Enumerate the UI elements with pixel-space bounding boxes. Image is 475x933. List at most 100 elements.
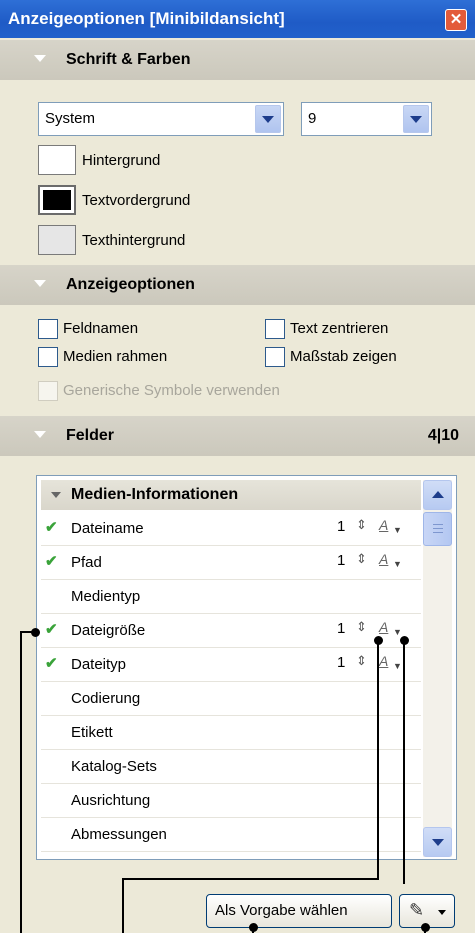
- section-header-font-colors[interactable]: Schrift & Farben: [0, 40, 475, 80]
- field-row-ausrichtung[interactable]: Ausrichtung: [41, 784, 421, 818]
- section-title: Schrift & Farben: [66, 51, 191, 68]
- group-title: Medien-Informationen: [71, 486, 239, 503]
- text-format-icon[interactable]: A: [379, 517, 388, 533]
- field-group-header[interactable]: Medien-Informationen: [41, 480, 421, 510]
- color-label: Hintergrund: [82, 152, 161, 169]
- color-label: Texthintergrund: [82, 232, 186, 249]
- field-name: Ausrichtung: [71, 792, 151, 809]
- checkmark-icon[interactable]: ✔: [45, 620, 58, 638]
- field-row-medientyp[interactable]: Medientyp: [41, 580, 421, 614]
- close-button[interactable]: ✕: [445, 9, 467, 31]
- field-name: Dateityp: [71, 656, 127, 673]
- font-name-select[interactable]: System: [38, 102, 284, 136]
- set-as-default-button[interactable]: Als Vorgabe wählen: [206, 894, 392, 928]
- checkbox-label: Maßstab zeigen: [290, 348, 397, 365]
- field-row-katalog-sets[interactable]: Katalog-Sets: [41, 750, 421, 784]
- field-name: Dateigröße: [71, 622, 146, 639]
- callout-line: [377, 640, 379, 880]
- checkbox-box[interactable]: [38, 319, 58, 339]
- chevron-up-icon: [432, 491, 444, 498]
- window-title: Anzeigeoptionen [Minibildansicht]: [8, 9, 285, 28]
- checkbox-label: Feldnamen: [63, 320, 139, 337]
- section-title: Felder: [66, 427, 115, 444]
- field-row-codierung[interactable]: Codierung: [41, 682, 421, 716]
- field-row-dateiname[interactable]: ✔ Dateiname 1 ⇕ A ▼: [41, 512, 421, 546]
- scroll-up-button[interactable]: [423, 480, 452, 510]
- field-row-dateigroesse[interactable]: ✔ Dateigröße 1 ⇕ A ▼: [41, 614, 421, 648]
- text-format-icon[interactable]: A: [379, 619, 388, 635]
- font-size-select[interactable]: 9: [301, 102, 432, 136]
- field-row-pfad[interactable]: ✔ Pfad 1 ⇕ A ▼: [41, 546, 421, 580]
- font-name-dropdown-button[interactable]: [255, 105, 281, 133]
- field-name: Dateiname: [71, 520, 144, 537]
- spinner-icon[interactable]: ⇕: [356, 551, 367, 567]
- field-name: Medientyp: [71, 588, 141, 605]
- checkbox-box[interactable]: [38, 347, 58, 367]
- field-count: 4|10: [427, 427, 459, 444]
- pencil-icon: ✎: [409, 900, 425, 920]
- spinner-icon[interactable]: ⇕: [356, 653, 367, 669]
- field-name: Codierung: [71, 690, 141, 707]
- checkbox-box[interactable]: [265, 347, 285, 367]
- callout-dot: [374, 636, 383, 645]
- chevron-down-icon: [432, 839, 444, 846]
- chevron-down-icon: [410, 116, 422, 123]
- checkmark-icon[interactable]: ✔: [45, 552, 58, 570]
- callout-dot: [249, 923, 258, 932]
- chevron-down-icon: ▼: [393, 525, 402, 535]
- line-count: 1: [337, 518, 346, 535]
- checkbox-label: Generische Symbole verwenden: [63, 382, 280, 399]
- title-bar: Anzeigeoptionen [Minibildansicht] ✕: [0, 0, 475, 38]
- close-icon: ✕: [449, 11, 463, 28]
- scroll-thumb[interactable]: [423, 512, 452, 546]
- callout-line: [122, 878, 379, 880]
- field-list: Medien-Informationen ✔ Dateiname 1 ⇕ A ▼…: [36, 475, 457, 860]
- font-name-value: System: [45, 110, 96, 127]
- text-format-icon[interactable]: A: [379, 551, 388, 567]
- checkbox-box[interactable]: [265, 319, 285, 339]
- chevron-down-icon: ▼: [393, 627, 402, 637]
- callout-dot: [421, 923, 430, 932]
- field-row-abmessungen[interactable]: Abmessungen: [41, 818, 421, 852]
- field-row-dateityp[interactable]: ✔ Dateityp 1 ⇕ A ▼: [41, 648, 421, 682]
- chevron-down-icon: [262, 116, 274, 123]
- scroll-down-button[interactable]: [423, 827, 452, 857]
- checkmark-icon[interactable]: ✔: [45, 518, 58, 536]
- section-header-fields[interactable]: Felder 4|10: [0, 416, 475, 456]
- checkbox-box: [38, 381, 58, 401]
- spinner-icon[interactable]: ⇕: [356, 517, 367, 533]
- collapse-arrow-icon: [34, 280, 46, 287]
- chevron-down-icon: ▼: [393, 559, 402, 569]
- callout-line: [20, 631, 22, 933]
- line-count: 1: [337, 552, 346, 569]
- chevron-down-icon: [438, 910, 446, 915]
- vertical-scrollbar[interactable]: [423, 480, 452, 857]
- text-format-icon[interactable]: A: [379, 653, 388, 669]
- color-label: Textvordergrund: [82, 192, 191, 209]
- checkbox-label: Medien rahmen: [63, 348, 168, 365]
- display-options-panel: Anzeigeoptionen [Minibildansicht] ✕ Schr…: [0, 0, 475, 933]
- checkbox-label: Text zentrieren: [290, 320, 389, 337]
- button-label: Als Vorgabe wählen: [215, 902, 348, 919]
- chevron-down-icon: ▼: [393, 661, 402, 671]
- field-row-etikett[interactable]: Etikett: [41, 716, 421, 750]
- text-background-color-swatch[interactable]: [38, 225, 76, 255]
- background-color-swatch[interactable]: [38, 145, 76, 175]
- collapse-arrow-icon: [34, 431, 46, 438]
- collapse-arrow-icon: [51, 492, 61, 498]
- checkmark-icon[interactable]: ✔: [45, 654, 58, 672]
- collapse-arrow-icon: [34, 55, 46, 62]
- section-header-display-options[interactable]: Anzeigeoptionen: [0, 265, 475, 305]
- field-name: Pfad: [71, 554, 102, 571]
- callout-line: [403, 640, 405, 884]
- line-count: 1: [337, 654, 346, 671]
- field-name: Katalog-Sets: [71, 758, 157, 775]
- callout-dot: [400, 636, 409, 645]
- line-count: 1: [337, 620, 346, 637]
- text-foreground-color-swatch[interactable]: [38, 185, 76, 215]
- font-size-dropdown-button[interactable]: [403, 105, 429, 133]
- callout-line: [122, 878, 124, 933]
- field-name: Etikett: [71, 724, 113, 741]
- field-name: Abmessungen: [71, 826, 167, 843]
- spinner-icon[interactable]: ⇕: [356, 619, 367, 635]
